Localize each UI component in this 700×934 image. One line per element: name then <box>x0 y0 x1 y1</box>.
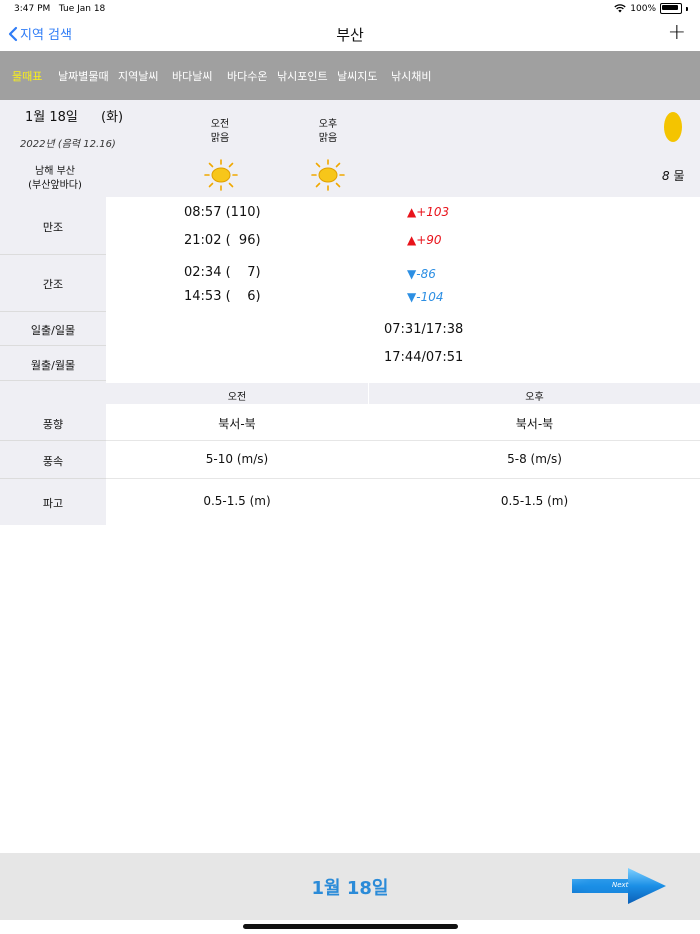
weather-pm-header: 오후 <box>525 392 544 403</box>
tab-fishing-gear[interactable]: 낚시채비 <box>391 68 431 84</box>
tab-fishing-points[interactable]: 낚시포인트 <box>277 68 328 84</box>
high-tide-label: 만조 <box>42 221 64 234</box>
add-button[interactable]: + <box>668 20 686 45</box>
home-indicator <box>243 924 458 929</box>
tide-number: 8 <box>662 169 670 183</box>
pm-label: 오후 <box>318 119 338 130</box>
up-arrow-icon: ▲ <box>407 205 417 219</box>
lunar-date: 2022년 (음력 12.16) <box>20 139 116 150</box>
status-date: Tue Jan 18 <box>58 4 106 14</box>
high-tide-time-1: 08:57 (110) <box>184 205 261 220</box>
high-tide-diff-1: +103 <box>416 205 450 219</box>
wind-direction-label: 풍향 <box>42 418 64 431</box>
tab-local-weather[interactable]: 지역날씨 <box>118 68 158 84</box>
moonrise-moonset-label: 월출/월몰 <box>30 359 76 372</box>
status-time: 3:47 PM <box>14 4 51 14</box>
wind-speed-am: 5-10 (m/s) <box>205 452 269 466</box>
wave-height-pm: 0.5-1.5 (m) <box>500 494 569 508</box>
tab-weather-map[interactable]: 날씨지도 <box>337 68 377 84</box>
bottom-bar: 1월 18일 Next <box>0 853 700 920</box>
tab-tide-table[interactable]: 물때표 <box>12 68 42 84</box>
navigation-bar: 지역 검색 부산 + <box>0 18 700 51</box>
weather-am-header: 오전 <box>227 392 247 403</box>
wind-direction-am: 북서-북 <box>218 417 256 431</box>
am-label: 오전 <box>210 119 230 130</box>
moon-phase-icon <box>664 112 682 142</box>
page-title: 부산 <box>336 26 364 44</box>
moonrise-moonset-value: 17:44/07:51 <box>384 350 464 365</box>
status-bar: 3:47 PM Tue Jan 18 100% <box>0 0 700 18</box>
am-weather: 맑음 <box>210 133 230 144</box>
wind-direction-pm: 북서-북 <box>515 417 554 431</box>
down-arrow-icon: ▼ <box>407 290 417 304</box>
region-name: 남해 부산 <box>35 166 75 177</box>
wifi-icon <box>614 4 626 13</box>
high-tide-diff-2: +90 <box>416 233 442 247</box>
wave-height-label: 파고 <box>42 497 64 510</box>
battery-percent: 100% <box>630 3 656 14</box>
down-arrow-icon: ▼ <box>407 267 417 281</box>
tab-sea-temperature[interactable]: 바다수온 <box>227 68 267 84</box>
tab-sea-weather[interactable]: 바다날씨 <box>172 68 212 84</box>
sunrise-sunset-label: 일출/일몰 <box>30 324 76 337</box>
pm-weather: 맑음 <box>318 133 338 144</box>
tab-tide-by-date[interactable]: 날짜별물때 <box>58 68 109 84</box>
sunny-icon-pm <box>311 159 345 191</box>
sunrise-sunset-value: 07:31/17:38 <box>384 322 464 337</box>
high-tide-time-2: 21:02 ( 96) <box>184 233 261 248</box>
low-tide-diff-1: -86 <box>416 267 436 281</box>
up-arrow-icon: ▲ <box>407 233 417 247</box>
date-label: 1월 18일 <box>25 110 78 125</box>
low-tide-diff-2: -104 <box>416 290 444 304</box>
wave-height-am: 0.5-1.5 (m) <box>203 494 271 508</box>
wind-speed-label: 풍속 <box>42 455 64 468</box>
battery-icon <box>660 3 682 14</box>
region-sub: (부산앞바다) <box>28 180 82 191</box>
next-button[interactable]: Next <box>572 866 668 906</box>
tab-bar: 물때표 날짜별물때 지역날씨 바다날씨 바다수온 낚시포인트 날씨지도 낚시채비 <box>0 51 700 100</box>
low-tide-time-2: 14:53 ( 6) <box>184 289 261 304</box>
sunny-icon-am <box>204 159 238 191</box>
weekday-label: (화) <box>101 110 124 125</box>
wind-speed-pm: 5-8 (m/s) <box>507 452 562 466</box>
next-label: Next <box>612 881 629 889</box>
low-tide-time-1: 02:34 ( 7) <box>184 265 261 280</box>
day-summary: 1월 18일 (화) 2022년 (음력 12.16) 오전 맑음 오후 맑음 … <box>0 100 700 197</box>
low-tide-label: 간조 <box>42 278 64 291</box>
tide-unit: 물 <box>673 169 685 183</box>
